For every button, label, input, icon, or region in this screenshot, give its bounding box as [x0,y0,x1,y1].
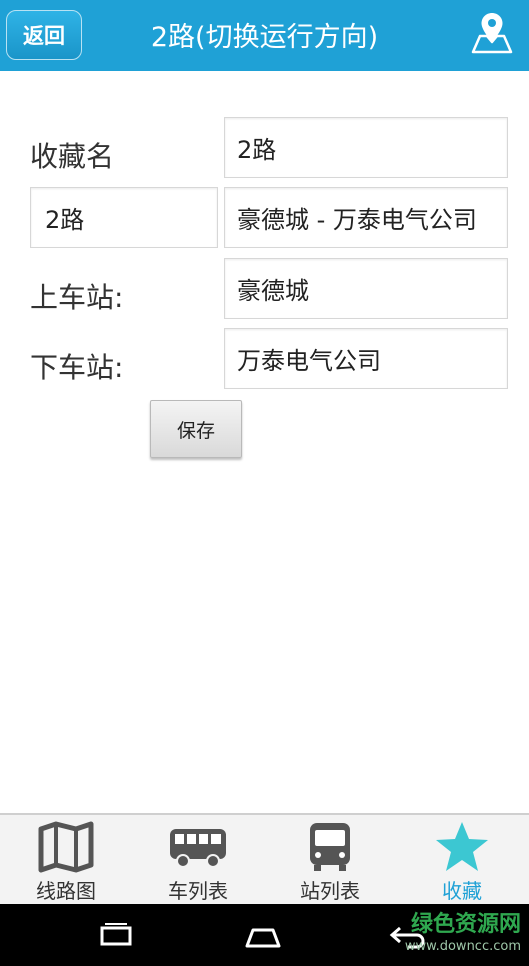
app-header: 返回 2路(切换运行方向) [0,0,529,71]
tab-route-map[interactable]: 线路图 [0,815,132,904]
tab-label: 车列表 [168,879,228,903]
recent-apps-icon[interactable] [96,918,136,952]
tab-label: 线路图 [36,879,96,903]
direction-select[interactable]: 豪德城 - 万泰电气公司 [224,187,508,248]
alight-stop-label: 下车站: [30,351,124,384]
bottom-tab-bar: 线路图 车列表 站列表 收藏 [0,813,529,904]
watermark: 绿色资源网 www.downcc.com [404,912,521,954]
alight-stop-select[interactable]: 万泰电气公司 [224,328,508,389]
tab-label: 收藏 [442,879,482,903]
back-button[interactable]: 返回 [6,10,82,60]
board-stop-label: 上车站: [30,281,124,314]
star-icon [436,822,488,871]
board-stop-select[interactable]: 豪德城 [224,258,508,319]
bus-side-icon [170,829,226,868]
map-location-icon[interactable] [469,10,515,56]
home-icon[interactable] [243,918,283,952]
save-button[interactable]: 保存 [150,400,242,458]
tab-label: 站列表 [300,879,360,903]
route-select[interactable]: 2路 [30,187,218,248]
watermark-title: 绿色资源网 [410,912,521,937]
map-icon [38,821,94,873]
tab-favorites[interactable]: 收藏 [396,815,528,904]
favorite-name-label: 收藏名 [30,140,115,173]
watermark-url: www.downcc.com [404,939,521,954]
favorite-name-field[interactable]: 2路 [224,117,508,178]
tab-bus-list[interactable]: 车列表 [132,815,264,904]
page-title[interactable]: 2路(切换运行方向) [100,0,429,71]
tab-stop-list[interactable]: 站列表 [264,815,396,904]
bus-front-icon [310,823,350,871]
